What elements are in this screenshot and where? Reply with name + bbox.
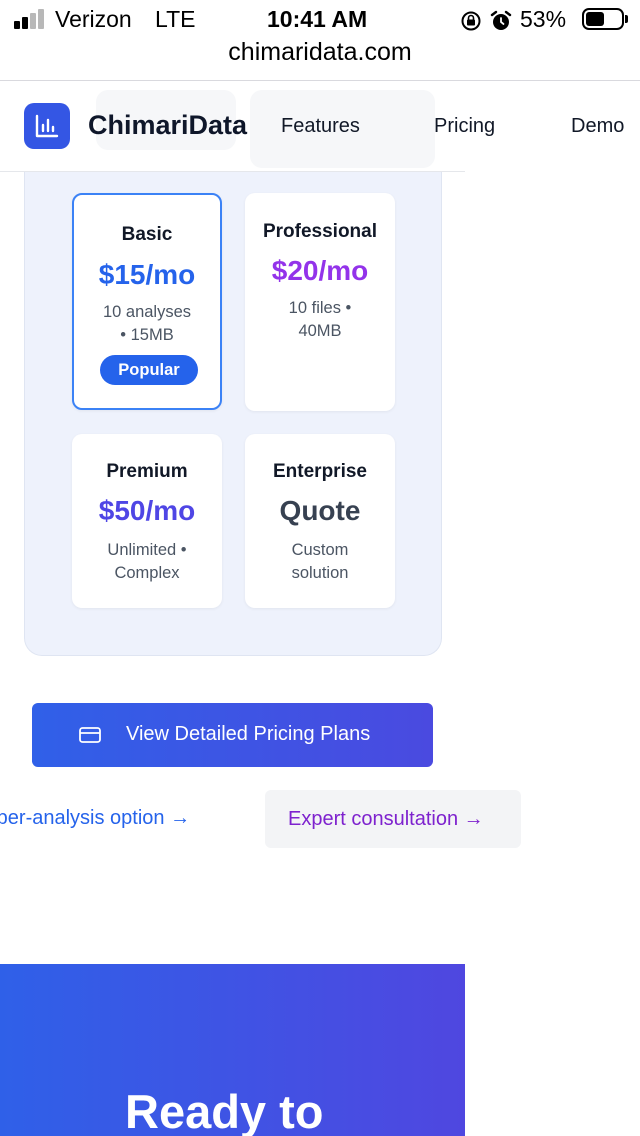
address-bar-url[interactable]: chimaridata.com: [0, 38, 640, 67]
banner-title: Ready to: [125, 1085, 324, 1136]
plan-price: $20/mo: [271, 255, 369, 286]
plan-description: 10 files • 40MB: [288, 299, 352, 340]
view-detailed-pricing-button[interactable]: View Detailed Pricing Plans: [32, 703, 433, 767]
plan-name: Premium: [106, 461, 188, 482]
battery-icon: [582, 8, 628, 30]
plan-price: $15/mo: [98, 259, 196, 290]
plan-description: Custom solution: [291, 541, 349, 582]
plan-card-premium[interactable]: Premium $50/mo Unlimited • Complex: [72, 434, 222, 608]
network-label: LTE: [155, 6, 196, 32]
pricing-panel: Basic $15/mo 10 analyses • 15MB Popular P…: [24, 172, 442, 656]
logo-chart-icon[interactable]: [24, 103, 70, 149]
cta-banner: Ready to: [0, 964, 465, 1136]
credit-card-icon: [79, 727, 101, 743]
plan-card-basic[interactable]: Basic $15/mo 10 analyses • 15MB Popular: [72, 193, 222, 410]
plan-price: Quote: [279, 495, 361, 526]
carrier-label: Verizon: [55, 6, 132, 32]
nav-link-pricing[interactable]: Pricing: [434, 115, 495, 138]
view-detailed-pricing-label: View Detailed Pricing Plans: [126, 723, 371, 745]
nav-link-demo[interactable]: Demo: [571, 115, 624, 138]
expert-consultation-button[interactable]: Expert consultation →: [265, 790, 521, 848]
clock: 10:41 AM: [267, 6, 368, 32]
nav-link-features[interactable]: Features: [281, 115, 360, 138]
plan-description: Unlimited • Complex: [107, 541, 187, 582]
pay-per-analysis-link[interactable]: -per-analysis option →: [0, 807, 190, 830]
plan-name: Basic: [121, 224, 173, 245]
plan-card-enterprise[interactable]: Enterprise Quote Custom solution: [245, 434, 395, 608]
battery-percent: 53%: [520, 6, 567, 32]
alarm-icon: [490, 10, 512, 30]
rotation-lock-icon: [461, 11, 481, 31]
expert-consultation-label: Expert consultation →: [288, 808, 484, 830]
plan-price: $50/mo: [98, 495, 196, 526]
plan-name: Professional: [262, 221, 378, 242]
popular-badge: Popular: [100, 355, 198, 385]
status-bar: Verizon LTE 10:41 AM 53% chimaridata.com: [0, 0, 640, 81]
plan-name: Enterprise: [273, 461, 367, 482]
plan-description: 10 analyses • 15MB: [102, 303, 192, 344]
brand-name[interactable]: ChimariData: [88, 110, 247, 141]
plan-card-professional[interactable]: Professional $20/mo 10 files • 40MB: [245, 193, 395, 411]
